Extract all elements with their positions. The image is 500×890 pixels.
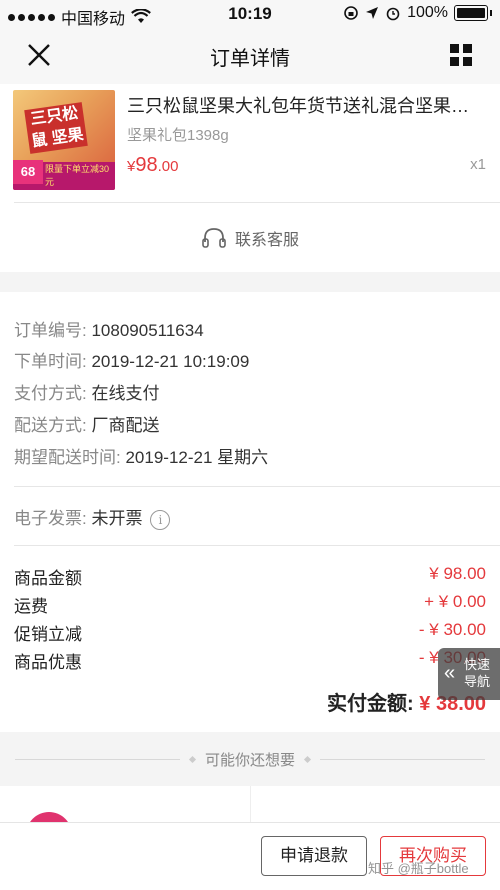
diamond-icon: [188, 755, 197, 764]
quick-nav-line1: 快速: [464, 657, 491, 672]
status-bar: 中国移动 10:19 100%: [0, 0, 500, 28]
refund-button[interactable]: 申请退款: [261, 836, 367, 876]
product-price: ¥98.00: [127, 154, 178, 177]
rotation-lock-icon: [344, 6, 358, 20]
price-integer: 98: [135, 154, 158, 176]
promo-label: 促销立减: [14, 625, 82, 644]
product-thumbnail[interactable]: 三只松鼠 坚果 68 限量下单立减30元: [13, 90, 115, 190]
alarm-icon: [386, 7, 400, 21]
thumb-tagline: 限量下单立减30元: [45, 164, 110, 187]
page-title: 订单详情: [210, 48, 290, 70]
order-number[interactable]: 108090511634: [91, 321, 203, 340]
headset-icon: [202, 228, 226, 248]
quick-nav-text: 快速 导航: [464, 656, 490, 690]
grid-menu-icon[interactable]: [450, 44, 472, 66]
quick-nav-line2: 导航: [464, 674, 491, 689]
battery-icon: [454, 5, 488, 21]
info-icon[interactable]: i: [150, 509, 171, 530]
invoice-label: 电子发票:: [14, 509, 87, 528]
divider: [14, 486, 500, 487]
expected-delivery-row: 期望配送时间: 2019-12-21 星期六: [14, 443, 268, 468]
status-right: 100%: [343, 4, 492, 22]
freight-amount: + ¥ 0.00: [424, 592, 486, 611]
watermark: 知乎 @瓶子bottle: [368, 861, 469, 876]
divider: [14, 545, 500, 546]
freight-label: 运费: [14, 597, 48, 616]
payment-method: 在线支付: [91, 384, 160, 403]
location-icon: [366, 7, 379, 19]
expected-delivery-label: 期望配送时间:: [14, 448, 121, 467]
battery-nub: [490, 10, 492, 16]
order-time-row: 下单时间: 2019-12-21 10:19:09: [14, 347, 249, 372]
product-quantity: x1: [470, 156, 486, 173]
delivery-row: 配送方式: 厂商配送: [14, 411, 159, 436]
product-title[interactable]: 三只松鼠坚果大礼包年货节送礼混合坚果…: [127, 92, 487, 118]
expected-delivery-date: 2019-12-21 星期六: [125, 448, 269, 467]
payment-label: 支付方式:: [14, 384, 87, 403]
thumb-price: 68: [13, 160, 43, 184]
battery-percent: 100%: [407, 4, 448, 21]
contact-service-button[interactable]: 联系客服: [0, 226, 500, 250]
goods-amount: ¥ 98.00: [429, 564, 486, 583]
price-decimal: .00: [157, 158, 179, 175]
delivery-label: 配送方式:: [14, 416, 87, 435]
contact-service-label: 联系客服: [234, 232, 299, 249]
recommend-line-left: [14, 759, 180, 760]
goods-amount-label: 商品金额: [14, 569, 82, 588]
promo-amount: - ¥ 30.00: [418, 620, 486, 639]
invoice-status: 未开票: [91, 509, 143, 528]
total-label: 实付金额:: [327, 693, 414, 715]
order-number-row: 订单编号: 108090511634: [14, 316, 204, 341]
thumb-box-text: 三只松鼠 坚果: [24, 102, 88, 154]
double-chevron-left-icon: «: [444, 662, 456, 684]
nav-bar: 订单详情: [0, 28, 500, 84]
recommend-line-right: [320, 759, 485, 760]
product-spec: 坚果礼包1398g: [127, 127, 229, 144]
payment-row: 支付方式: 在线支付: [14, 379, 159, 404]
diamond-icon: [303, 755, 312, 764]
delivery-method: 厂商配送: [91, 416, 160, 435]
recommend-title: 可能你还想要: [204, 752, 295, 769]
order-time: 2019-12-21 10:19:09: [91, 352, 250, 371]
invoice-row: 电子发票: 未开票 i: [14, 504, 171, 530]
order-time-label: 下单时间:: [14, 352, 87, 371]
divider: [14, 202, 500, 203]
discount-label: 商品优惠: [14, 653, 82, 672]
order-number-label: 订单编号:: [14, 321, 87, 340]
quick-nav-button[interactable]: « 快速导航: [438, 648, 500, 700]
recommend-header: 可能你还想要: [0, 749, 500, 770]
